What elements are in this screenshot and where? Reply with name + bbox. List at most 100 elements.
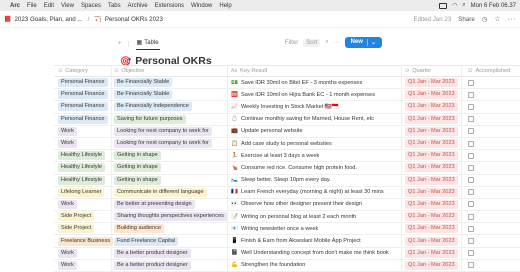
wifi-icon[interactable]: ◠ xyxy=(452,2,457,9)
key-result-cell[interactable]: 💍 Continue monthly saving for Married, Ho… xyxy=(228,113,402,125)
column-header-key-result[interactable]: Aa Key Result xyxy=(228,66,402,76)
accomplished-checkbox[interactable] xyxy=(468,103,474,110)
menu-edit[interactable]: Edit xyxy=(44,3,54,9)
quarter-cell[interactable]: Q1 Jan - Mar 2023 xyxy=(402,125,462,137)
objective-cell[interactable]: Getting in shape xyxy=(112,150,228,162)
accomplished-checkbox[interactable] xyxy=(468,91,474,98)
table-row[interactable]: Work Be a better product designer 📓 Well Un… xyxy=(54,247,520,260)
table-row[interactable]: Lifelong Learner Communicate in different… xyxy=(54,186,520,199)
table-row[interactable]: Personal Finance Be Financially Stable 🆘 Sa… xyxy=(54,89,520,102)
accomplished-checkbox[interactable] xyxy=(468,177,474,184)
chevron-down-icon[interactable]: ⌄ xyxy=(366,39,376,46)
table-row[interactable]: Healthy Lifestyle Getting in shape 🍗 Consum… xyxy=(54,162,520,175)
quarter-cell[interactable]: Q1 Jan - Mar 2023 xyxy=(402,77,462,89)
objective-cell[interactable]: Sharing thoughts perspectives experience… xyxy=(112,211,228,223)
add-view-button[interactable]: + xyxy=(118,41,122,47)
table-row[interactable]: Side Project Sharing thoughts perspective… xyxy=(54,211,520,224)
menu-tabs[interactable]: Tabs xyxy=(108,3,121,9)
objective-cell[interactable]: Building audience xyxy=(112,223,228,235)
key-result-cell[interactable]: 📓 Well Understanding concept from don't m… xyxy=(228,247,402,259)
clock-icon[interactable]: ◷ xyxy=(482,16,487,23)
key-result-cell[interactable]: 📝 Writing on personal blog at least 2 eac… xyxy=(228,211,402,223)
menu-help[interactable]: Help xyxy=(219,3,231,9)
menu-arc[interactable]: Arc xyxy=(10,3,20,9)
quarter-cell[interactable]: Q1 Jan - Mar 2023 xyxy=(402,247,462,259)
objective-cell[interactable]: Getting in shape xyxy=(112,162,228,174)
table-row[interactable]: Side Project Building audience 📧 Writing ne… xyxy=(54,223,520,236)
breadcrumb-parent[interactable]: 2023 Goals, Plan, and ... xyxy=(14,16,82,23)
key-result-cell[interactable]: 🏃 Exercise at least 3 days a week xyxy=(228,150,402,162)
table-row[interactable]: Work Be better at presenting design 👀 Obser… xyxy=(54,198,520,212)
category-cell[interactable]: Work xyxy=(54,259,112,271)
accomplished-checkbox[interactable] xyxy=(468,225,474,232)
key-result-cell[interactable]: 📧 Writing newsletter once a week xyxy=(228,223,402,235)
objective-cell[interactable]: Be a better product designer xyxy=(112,259,228,271)
key-result-cell[interactable]: 📱 Finish & Earn from Akseslani Mobile App… xyxy=(228,235,402,247)
key-result-cell[interactable]: 📋 Add case study to personal websites xyxy=(228,137,402,150)
objective-cell[interactable]: Getting in shape xyxy=(112,174,228,186)
objective-cell[interactable]: Fund Freelance Capital xyxy=(112,235,228,247)
key-result-cell[interactable]: 🇫🇷 Learn French everyday (morning & night… xyxy=(228,186,402,198)
table-row[interactable]: Personal Finance Be Financially Stable 💵 Sa… xyxy=(54,77,520,90)
quarter-cell[interactable]: Q1 Jan - Mar 2023 xyxy=(402,223,462,235)
quarter-cell[interactable]: Q1 Jan - Mar 2023 xyxy=(402,101,462,113)
sort-button[interactable]: Sort xyxy=(303,38,321,47)
quarter-cell[interactable]: Q1 Jan - Mar 2023 xyxy=(402,198,462,211)
accomplished-checkbox[interactable] xyxy=(468,140,474,147)
quarter-cell[interactable]: Q1 Jan - Mar 2023 xyxy=(402,174,462,186)
more-icon[interactable]: ··· xyxy=(334,40,340,46)
objective-cell[interactable]: Looking for next company to work for xyxy=(112,137,228,150)
quarter-cell[interactable]: Q1 Jan - Mar 2023 xyxy=(402,137,462,150)
share-button[interactable]: Share xyxy=(458,16,475,23)
category-cell[interactable]: Personal Finance xyxy=(54,113,112,125)
search-icon[interactable]: ⌕ xyxy=(462,2,465,9)
table-row[interactable]: Work Looking for next company to work for… xyxy=(54,137,520,151)
objective-cell[interactable]: Communicate in different language xyxy=(112,186,228,198)
category-cell[interactable]: Freelance Business xyxy=(54,235,114,247)
filter-button[interactable]: Filter xyxy=(285,40,298,46)
category-cell[interactable]: Lifelong Learner xyxy=(54,186,112,198)
accomplished-checkbox[interactable] xyxy=(468,201,474,208)
accomplished-checkbox[interactable] xyxy=(468,128,474,135)
table-row[interactable]: Personal Finance Be Financially Independe… xyxy=(54,101,520,114)
menu-view[interactable]: View xyxy=(61,3,74,9)
tab-table[interactable]: ▦ Table xyxy=(135,38,160,50)
column-header-objective[interactable]: ⊙ Objective xyxy=(112,66,228,76)
key-result-cell[interactable]: 🆘 Save IDR 10mil on Hijra Bank EC - 1 mon… xyxy=(228,89,402,101)
quarter-cell[interactable]: Q1 Jan - Mar 2023 xyxy=(402,186,462,198)
category-cell[interactable]: Healthy Lifestyle xyxy=(54,162,112,174)
accomplished-checkbox[interactable] xyxy=(468,250,474,257)
objective-cell[interactable]: Be Financially Independence xyxy=(112,101,228,113)
quarter-cell[interactable]: Q1 Jan - Mar 2023 xyxy=(402,211,462,223)
quarter-cell[interactable]: Q1 Jan - Mar 2023 xyxy=(402,150,462,162)
accomplished-checkbox[interactable] xyxy=(468,164,474,171)
key-result-cell[interactable]: 📈 Weekly Investing in Stock Market 🇺🇸🇮🇩 xyxy=(228,101,402,113)
category-cell[interactable]: Side Project xyxy=(54,223,112,235)
table-row[interactable]: Personal Finance Saving for future purpos… xyxy=(54,113,520,126)
menu-extensions[interactable]: Extensions xyxy=(155,3,184,9)
menu-window[interactable]: Window xyxy=(191,3,212,9)
clock[interactable]: Mon 6 Feb 06.37 xyxy=(471,3,516,9)
objective-cell[interactable]: Be better at presenting design xyxy=(112,198,228,211)
objective-cell[interactable]: Be Financially Stable xyxy=(112,89,228,101)
key-result-cell[interactable]: 💼 Update personal website xyxy=(228,125,402,137)
category-cell[interactable]: Healthy Lifestyle xyxy=(54,174,112,186)
search-icon[interactable]: ⌕ xyxy=(325,39,328,46)
key-result-cell[interactable]: 💵 Save IDR 30mil on Bibit EF - 3 months e… xyxy=(228,77,402,89)
category-cell[interactable]: Healthy Lifestyle xyxy=(54,150,112,162)
more-options-button[interactable]: ··· xyxy=(508,16,517,23)
menu-file[interactable]: File xyxy=(27,3,37,9)
category-cell[interactable]: Personal Finance xyxy=(54,101,112,113)
menu-archive[interactable]: Archive xyxy=(128,3,148,9)
table-row[interactable]: Work Be a better product designer 💪 Strengt… xyxy=(54,259,520,272)
objective-cell[interactable]: Be a better product designer xyxy=(112,247,228,259)
table-row[interactable]: Healthy Lifestyle Getting in shape 🛌 Sleep … xyxy=(54,174,520,187)
quarter-cell[interactable]: Q1 Jan - Mar 2023 xyxy=(402,235,462,247)
sidebar-icon[interactable]: ⋮ xyxy=(126,41,132,48)
quarter-cell[interactable]: Q1 Jan - Mar 2023 xyxy=(402,162,462,174)
column-header-quarter[interactable]: ⊙ Quarter xyxy=(402,66,462,76)
table-row[interactable]: Healthy Lifestyle Getting in shape 🏃 Exerci… xyxy=(54,150,520,163)
category-cell[interactable]: Personal Finance xyxy=(54,77,112,89)
category-cell[interactable]: Personal Finance xyxy=(54,89,112,101)
key-result-cell[interactable]: 💪 Strengthen the foundation xyxy=(228,259,402,271)
